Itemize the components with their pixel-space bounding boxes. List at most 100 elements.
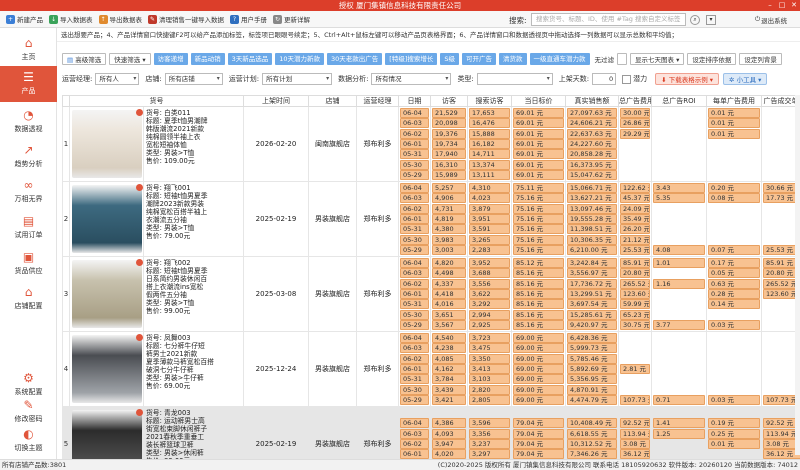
product-info-cell[interactable]: 货号: 凤舞003 标题: 七分裤牛仔短 裤男士2021新款 夏季薄款马裤宽松百…	[143, 331, 244, 407]
col-header-adfee[interactable]: 总广告费用	[618, 95, 652, 107]
close-icon[interactable]: ✕	[788, 1, 800, 10]
perad-value: 0.03 元	[708, 395, 760, 406]
quick-filter-select[interactable]: 快速筛选 ▾	[109, 53, 151, 65]
product-info-cell[interactable]: 货号: 翔飞002 标题: 短袖t恤男夏季 日系简约男装休闲百 搭上衣潮流ins…	[143, 256, 244, 332]
tools-button[interactable]: ✲ 小工具 ▾	[723, 73, 768, 85]
sort-settings-button[interactable]: 设定排序依据	[687, 53, 737, 65]
export-button[interactable]: ↑ 导出数据表	[98, 14, 142, 24]
search-value: 2,994	[469, 309, 510, 320]
product-image-cell[interactable]	[69, 256, 144, 332]
filter-chip[interactable]: 可开广告	[462, 53, 496, 65]
col-header-listdate[interactable]: 上架时间	[243, 95, 309, 107]
visitors-value: 4,906	[432, 193, 466, 204]
filter-chip[interactable]: 10天潜力新款	[275, 53, 324, 65]
filter-chip[interactable]: 3天新品选品	[227, 53, 273, 65]
price-value: 75.16 元	[513, 245, 564, 256]
product-image-cell[interactable]	[69, 106, 144, 182]
table-row[interactable]: 2 货号: 翔飞001 标题: 短袖t恤男夏季 潮牌2023新款男装 纯棉宽松百搭…	[62, 181, 800, 257]
col-header-price[interactable]: 当日标价	[511, 95, 566, 107]
analysis-select[interactable]: 所有情况 ▾	[371, 73, 452, 85]
product-image[interactable]	[72, 334, 143, 403]
filter-chip[interactable]: S级	[440, 53, 459, 65]
sidebar: ⌂ 主页 ☰ 产品 ◔ 数据透视 ↗ 趋势分析 ∞ 万相无界 ▤ 试用订单 ▣ 货品供应 ⌂ 店…	[0, 28, 57, 459]
col-header-roi[interactable]: 总广告ROI	[651, 95, 707, 107]
product-image[interactable]	[72, 259, 143, 328]
product-info-cell[interactable]: 货号: 青龙003 标题: 运动裤男士高 街宽松束脚休闲裤子 2021春秋季重垂…	[143, 406, 244, 459]
filter-chip[interactable]: 新品动销	[190, 53, 225, 65]
table-row[interactable]: 3 货号: 翔飞002 标题: 短袖t恤男夏季 日系简约男装休闲百 搭上衣潮流in…	[62, 256, 800, 332]
store-select[interactable]: 所有店铺 ▾	[164, 73, 223, 85]
table-row[interactable]: 1 货号: 白类011 标题: 夏季t恤男潮牌 韩版潮流2021新款 纯棉圆领半袖…	[62, 106, 800, 182]
vertical-scrollbar[interactable]	[795, 95, 800, 455]
ops-select[interactable]: 所有人 ▾	[95, 73, 140, 85]
col-header-perad[interactable]: 每单广告费用	[706, 95, 762, 107]
listdate-cell: 2026-02-20	[243, 106, 309, 182]
table-row[interactable]: 4 货号: 凤舞003 标题: 七分裤牛仔短 裤男士2021新款 夏季薄款马裤宽松…	[62, 331, 800, 407]
product-info-cell[interactable]: 货号: 翔飞001 标题: 短袖t恤男夏季 潮牌2023新款男装 纯棉宽松百搭半…	[143, 181, 244, 257]
logout-button[interactable]: ⏻ 退出系统	[755, 13, 787, 26]
manual-button[interactable]: ? 用户手册	[230, 14, 267, 24]
filter-chip[interactable]: 访客递增	[153, 53, 188, 65]
filter-chip[interactable]: 一级直通车潜力款	[529, 53, 590, 65]
days-input[interactable]: 0	[592, 73, 617, 85]
sidebar-item-infinity[interactable]: ∞ 万相无界	[0, 174, 57, 210]
download-sample-button[interactable]: ⬇ 下载表格示例 ▾	[655, 73, 720, 85]
col-header-date[interactable]: 日期	[398, 95, 431, 107]
visitors-value: 4,020	[432, 449, 466, 459]
sidebar-item-pivot[interactable]: ◔ 数据透视	[0, 104, 57, 140]
search-input[interactable]: 搜索货号、标题、ID、使用 #Tag 搜索自定义标签	[531, 13, 686, 26]
sidebar-item-supply[interactable]: ▣ 货品供应	[0, 246, 57, 282]
product-image[interactable]	[72, 409, 143, 459]
filter-chip[interactable]: 30天老款出广告	[327, 53, 383, 65]
date-value: 06-03	[400, 343, 429, 354]
sidebar-item-store[interactable]: ⌂ 店铺配置	[0, 281, 57, 317]
price-cell: 75.11 元 75.16 元 75.16 元 75.16 元 75.16 元 75.16…	[511, 181, 566, 257]
col-header-store[interactable]: 店铺	[308, 95, 357, 107]
product-info: 货号: 青龙003 标题: 运动裤男士高 街宽松束脚休闲裤子 2021春秋季重垂…	[146, 409, 208, 459]
col-header-sku[interactable]: 货号	[69, 95, 244, 107]
price-value: 69.01 元	[513, 107, 564, 118]
bg-settings-button[interactable]: 设定列背景	[739, 53, 782, 65]
sidebar-item-trend[interactable]: ↗ 趋势分析	[0, 139, 57, 175]
roi-value	[653, 343, 705, 353]
product-info-cell[interactable]: 货号: 白类011 标题: 夏季t恤男潮牌 韩版潮流2021新款 纯棉圆领半袖上…	[143, 106, 244, 182]
settings-icon[interactable]	[617, 53, 627, 65]
sales-value: 15,047.62 元	[567, 170, 617, 181]
clean-import-button[interactable]: ✎ 清理销售一键导入数据	[148, 14, 224, 24]
product-image[interactable]	[72, 109, 143, 178]
sidebar-item-trial[interactable]: ▤ 试用订单	[0, 210, 57, 246]
new-product-button[interactable]: + 新建产品	[6, 14, 43, 24]
perad-value	[708, 310, 760, 320]
sidebar-item-theme[interactable]: ◐ 切换主题	[0, 423, 57, 459]
col-header-sales[interactable]: 真实销售额	[565, 95, 619, 107]
product-image-cell[interactable]	[69, 406, 144, 459]
plan-select[interactable]: 所有计划 ▾	[262, 73, 333, 85]
col-header-search[interactable]: 搜索访客	[467, 95, 512, 107]
product-icon: ☰	[23, 70, 34, 84]
product-image-cell[interactable]	[69, 331, 144, 407]
date-value: 06-02	[400, 278, 429, 289]
search-button[interactable]: ⌕	[690, 13, 700, 26]
table-row[interactable]: 5 货号: 青龙003 标题: 运动裤男士高 街宽松束脚休闲裤子 2021春秋季重…	[62, 406, 800, 459]
perad-value	[708, 374, 760, 384]
sidebar-item-product[interactable]: ☰ 产品	[0, 66, 57, 102]
import-button[interactable]: ↓ 导入数据表	[49, 14, 93, 24]
dropdown-button[interactable]: ▾	[706, 13, 716, 26]
col-header-visitors[interactable]: 访客	[430, 95, 468, 107]
filter-chip[interactable]: 清货款	[499, 53, 527, 65]
type-select[interactable]: ▾	[476, 73, 553, 85]
product-image[interactable]	[72, 184, 143, 253]
price-value: 69.00 元	[513, 384, 564, 395]
filter-chip[interactable]: [特级]搜索增长	[385, 53, 438, 65]
maximize-icon[interactable]: □	[776, 1, 788, 10]
update-button[interactable]: ↻ 更新详解	[273, 14, 310, 24]
visitors-value: 3,947	[432, 439, 466, 449]
sidebar-item-home[interactable]: ⌂ 主页	[0, 32, 57, 68]
col-header-manager[interactable]: 运营经理	[356, 95, 399, 107]
product-image-cell[interactable]	[69, 181, 144, 257]
minimize-icon[interactable]: –	[764, 1, 776, 10]
potential-checkbox[interactable]	[622, 74, 632, 84]
roi-value: 5.35	[653, 193, 705, 204]
advanced-filter-button[interactable]: ▤ 高级筛选	[62, 53, 107, 65]
show-7days-select[interactable]: 显示七天图表 ▾	[630, 53, 685, 65]
